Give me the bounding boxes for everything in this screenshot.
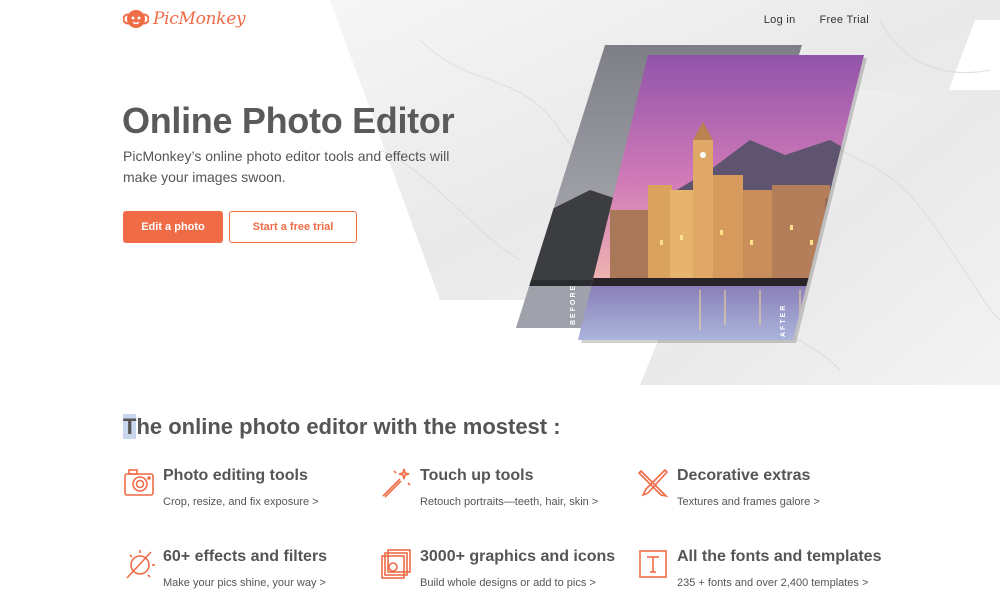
- feature-title: Photo editing tools: [163, 467, 308, 484]
- start-free-trial-button[interactable]: Start a free trial: [229, 211, 357, 243]
- feature-title: 60+ effects and filters: [163, 548, 328, 565]
- hero-subtitle: PicMonkey’s online photo editor tools an…: [123, 148, 450, 185]
- page-title: Online Photo Editor: [122, 100, 455, 141]
- after-label: AFTER: [780, 303, 787, 337]
- monkey-logo-icon: [123, 10, 149, 28]
- feature-link: Make your pics shine, your way >: [163, 577, 326, 589]
- before-after-photo: BEFORE AFTER: [510, 40, 870, 350]
- picmonkey-logo[interactable]: PicMonkey: [123, 8, 246, 30]
- before-label: BEFORE: [570, 283, 577, 325]
- top-nav: Log in Free Trial: [764, 14, 869, 26]
- feature-link: Retouch portraits—teeth, hair, skin >: [420, 496, 599, 508]
- graphics-stack-icon: [381, 549, 411, 579]
- text-frame-icon: [639, 550, 667, 578]
- edit-photo-button[interactable]: Edit a photo: [123, 211, 223, 243]
- login-link[interactable]: Log in: [764, 14, 796, 26]
- feature-title: 3000+ graphics and icons: [420, 548, 616, 565]
- feature-title: Decorative extras: [677, 467, 811, 484]
- effects-icon: [126, 550, 155, 579]
- feature-link: Build whole designs or add to pics >: [420, 577, 596, 589]
- feature-title: Touch up tools: [420, 467, 534, 484]
- features-title-text: he online photo editor with the mostest …: [136, 414, 561, 439]
- feature-link: 235 + fonts and over 2,400 templates >: [677, 577, 869, 589]
- features-title: The online photo editor with the mostest…: [123, 414, 561, 440]
- free-trial-link[interactable]: Free Trial: [820, 14, 869, 26]
- feature-link: Crop, resize, and fix exposure >: [163, 496, 319, 508]
- brush-pencil-icon: [637, 468, 669, 498]
- selected-text-highlight: T: [123, 414, 137, 439]
- logo-text: PicMonkey: [153, 9, 246, 29]
- feature-link: Textures and frames galore >: [677, 496, 820, 508]
- feature-title: All the fonts and templates: [677, 548, 882, 565]
- camera-icon: [124, 469, 154, 496]
- magic-wand-icon: [382, 468, 411, 498]
